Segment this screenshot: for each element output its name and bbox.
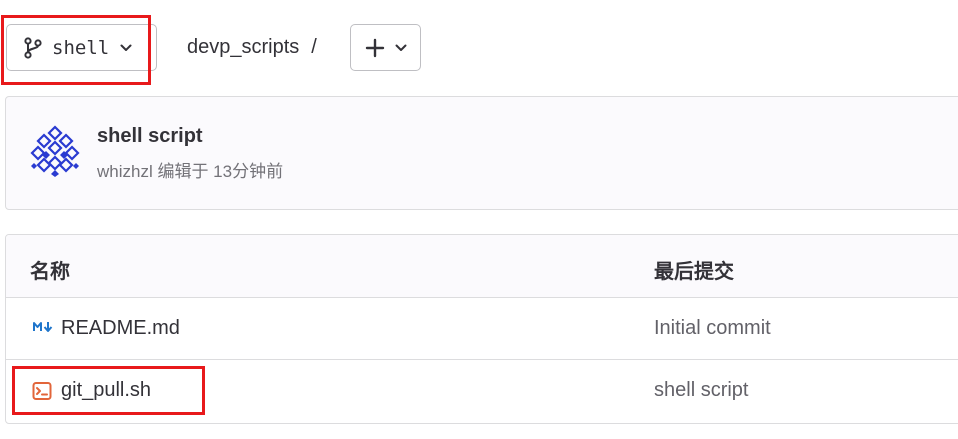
markdown-icon (33, 322, 53, 332)
table-row[interactable]: README.md Initial commit (6, 298, 958, 360)
chevron-down-icon (395, 44, 406, 51)
branch-icon (24, 36, 42, 59)
column-header-name: 名称 (30, 261, 70, 283)
table-row[interactable]: git_pull.sh shell script (6, 360, 958, 422)
column-header-last-commit: 最后提交 (654, 261, 734, 283)
breadcrumb-project-link[interactable]: devp_scripts (187, 36, 299, 59)
add-dropdown-button[interactable] (350, 24, 421, 71)
branch-name: shell (52, 36, 110, 59)
plus-icon (365, 38, 384, 57)
terminal-file-icon (32, 382, 52, 400)
breadcrumb: devp_scripts / (187, 33, 317, 61)
last-commit-card: shell script whizhzl 编辑于 13分钟前 (5, 96, 958, 210)
branch-selector-button[interactable]: shell (6, 24, 157, 71)
breadcrumb-separator: / (311, 35, 317, 58)
commit-meta: whizhzl 编辑于 13分钟前 (97, 162, 284, 181)
file-commit-link[interactable]: shell script (654, 379, 748, 402)
avatar[interactable] (30, 125, 80, 177)
file-name-link[interactable]: git_pull.sh (61, 379, 151, 402)
chevron-down-icon (120, 44, 132, 51)
table-header: 名称 最后提交 (6, 235, 958, 298)
file-name-link[interactable]: README.md (61, 317, 180, 340)
file-commit-link[interactable]: Initial commit (654, 317, 771, 340)
file-table: 名称 最后提交 README.md Initial commit git_pul… (5, 234, 958, 424)
commit-title-link[interactable]: shell script (97, 125, 203, 148)
